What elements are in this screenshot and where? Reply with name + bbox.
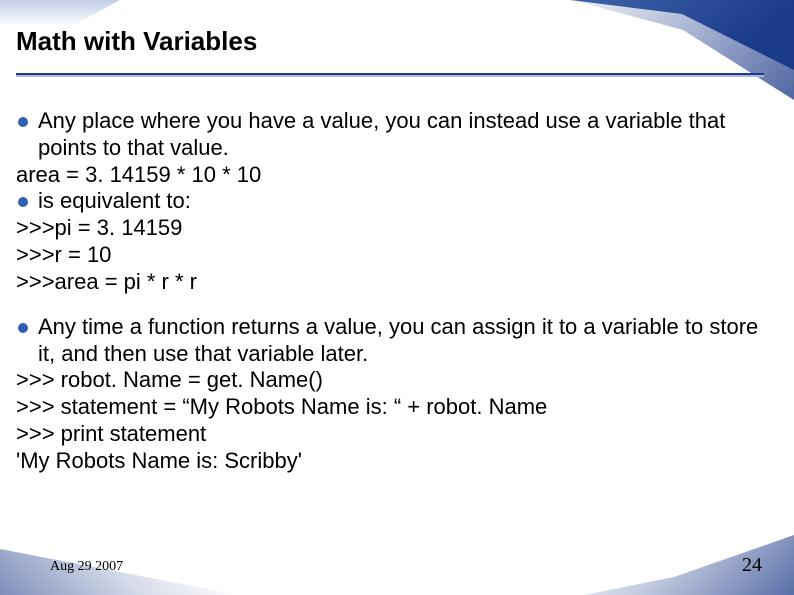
code-line: >>>r = 10 (16, 242, 768, 269)
block-2: Any time a function returns a value, you… (16, 314, 768, 475)
block-1: Any place where you have a value, you ca… (16, 108, 768, 296)
bullet-dot-icon (18, 117, 28, 127)
slide-title: Math with Variables (16, 26, 764, 57)
bullet-item: Any place where you have a value, you ca… (16, 108, 768, 162)
bullet-dot-icon (18, 323, 28, 333)
slide: Math with Variables Any place where you … (0, 0, 794, 595)
bullet-text: is equivalent to: (38, 188, 768, 215)
code-line: >>> robot. Name = get. Name() (16, 367, 768, 394)
title-rule (16, 73, 764, 77)
bullet-dot-icon (18, 197, 28, 207)
title-area: Math with Variables (16, 26, 764, 77)
content-area: Any place where you have a value, you ca… (16, 108, 768, 493)
code-line: >>> statement = “My Robots Name is: “ + … (16, 394, 768, 421)
code-line: >>>pi = 3. 14159 (16, 215, 768, 242)
bullet-text: Any time a function returns a value, you… (38, 314, 768, 368)
bullet-item: is equivalent to: (16, 188, 768, 215)
bullet-text: Any place where you have a value, you ca… (38, 108, 768, 162)
footer-date: Aug 29 2007 (50, 559, 123, 575)
bullet-item: Any time a function returns a value, you… (16, 314, 768, 368)
code-line: >>> print statement (16, 421, 768, 448)
code-line: >>>area = pi * r * r (16, 269, 768, 296)
code-line: 'My Robots Name is: Scribby' (16, 448, 768, 475)
code-line: area = 3. 14159 * 10 * 10 (16, 162, 768, 189)
page-number: 24 (742, 554, 762, 577)
decor-top-left (0, 0, 120, 26)
